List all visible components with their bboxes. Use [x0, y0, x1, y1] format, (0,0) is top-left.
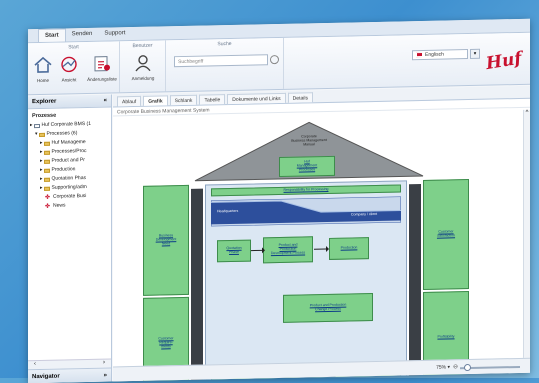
production-box[interactable]: Production: [329, 237, 369, 260]
view-button[interactable]: Ansicht: [56, 54, 82, 83]
language-select[interactable]: Englisch: [412, 49, 468, 61]
group-title-user: Benutzer: [132, 42, 153, 50]
navigator-title: Navigator: [32, 373, 60, 381]
folder-icon: [43, 141, 50, 146]
expand-icon: ▸: [40, 148, 43, 156]
tab-tabelle[interactable]: Tabelle: [199, 94, 226, 105]
flow-arrows: [251, 246, 329, 254]
tab-grafik[interactable]: Grafik: [143, 95, 168, 106]
navigator-expand-icon[interactable]: »: [104, 373, 107, 379]
expand-icon: ▾: [35, 131, 38, 138]
tree-item-label: Corporate Busi: [53, 193, 87, 200]
search-input[interactable]: Suchbegriff: [174, 54, 268, 68]
changes-button[interactable]: Änderungsliste: [86, 53, 118, 82]
zoom-out-icon[interactable]: ⊖: [453, 363, 458, 370]
folder-icon: [43, 177, 50, 182]
app-window: Start Senden Support Start Home Ansicht: [28, 18, 530, 383]
chevron-down-icon[interactable]: ▾: [470, 48, 480, 59]
tab-support[interactable]: Support: [98, 27, 131, 41]
tab-senden[interactable]: Senden: [66, 28, 99, 42]
folder-icon: [43, 168, 50, 173]
login-button[interactable]: Anmeldung: [128, 53, 158, 82]
home-button-label: Home: [36, 77, 49, 84]
folder-icon: [43, 159, 50, 164]
quotation-phase-box[interactable]: Quotation Phase: [217, 239, 251, 263]
changes-icon: [94, 56, 110, 72]
ribbon-group-start: Start Home Ansicht Änderungsliste: [28, 41, 120, 95]
tab-schlank[interactable]: Schlank: [169, 94, 198, 106]
login-button-label: Anmeldung: [131, 75, 155, 82]
changes-button-label: Änderungsliste: [87, 76, 117, 83]
customer-satisfaction-box[interactable]: Customer Satisfaction: [423, 179, 469, 290]
process-icon: ✤: [45, 194, 51, 201]
diagram-canvas: Corporate Business Management Manual Huf…: [113, 110, 530, 383]
ribbon-group-user: Benutzer Anmeldung: [120, 40, 166, 93]
scroll-left-icon[interactable]: ‹: [34, 361, 36, 369]
home-icon: [34, 56, 52, 73]
zoom-level[interactable]: 75% ▾: [436, 364, 450, 370]
expand-icon: ▸: [40, 139, 43, 147]
huf-logo: Huf: [484, 48, 523, 75]
tree-item[interactable]: ✤ News: [28, 201, 111, 212]
expand-icon: ▸: [40, 175, 43, 183]
book-icon: [33, 123, 40, 128]
view-button-label: Ansicht: [61, 77, 77, 83]
expand-icon: ▸: [40, 157, 43, 165]
ribbon: Start Home Ansicht Änderungsliste Benutz…: [28, 32, 530, 96]
home-button[interactable]: Home: [30, 55, 56, 84]
group-title-search: Suche: [217, 40, 232, 48]
tab-start[interactable]: Start: [38, 28, 66, 43]
expand-icon: ▸: [30, 122, 33, 129]
company-label: Company / client: [351, 211, 378, 217]
folder-icon: [43, 186, 50, 191]
content-panel: Ablauf Grafik Schlank Tabelle Dokumente …: [113, 85, 530, 383]
explorer-title: Explorer: [32, 98, 57, 106]
zoom-slider[interactable]: [460, 363, 520, 372]
right-pillar: [409, 184, 421, 381]
search-icon[interactable]: [270, 55, 279, 65]
roof-label: Corporate Business Management Manual: [291, 134, 327, 147]
language-label: Englisch: [425, 51, 444, 58]
content-vscrollbar[interactable]: ^: [523, 109, 530, 358]
folder-icon: [38, 132, 45, 137]
user-icon: [135, 55, 151, 72]
left-pillar: [191, 188, 203, 383]
expand-icon: ▸: [40, 184, 43, 192]
management-processes-box[interactable]: Huf Management Processes: [279, 155, 335, 177]
change-process-box[interactable]: Product and Production Change Process: [283, 293, 373, 323]
explorer-panel: Explorer « Prozesse ▸ Huf Corporate BMS (…: [28, 94, 112, 383]
explorer-collapse-icon[interactable]: «: [104, 98, 107, 104]
expand-icon: ▸: [40, 166, 43, 174]
scroll-up-icon[interactable]: ^: [526, 110, 529, 116]
folder-icon: [43, 150, 50, 155]
group-title-start: Start: [68, 44, 79, 51]
tree-item-label: News: [53, 202, 66, 209]
headquarters-label: Headquarters: [217, 208, 239, 214]
view-icon: [61, 56, 77, 73]
zoom-slider-knob[interactable]: [464, 363, 471, 372]
process-icon: ✤: [45, 203, 51, 210]
scroll-right-icon[interactable]: ›: [103, 360, 105, 368]
tab-ablauf[interactable]: Ablauf: [117, 95, 142, 107]
business-need-box[interactable]: Business Development Need: [143, 184, 189, 296]
navigator-header[interactable]: Navigator »: [28, 367, 111, 383]
tab-details[interactable]: Details: [287, 92, 313, 103]
tab-dokumente[interactable]: Dokumente und Links: [227, 92, 286, 105]
ribbon-group-search: Suche Suchbegriff: [166, 37, 284, 92]
tree-item-label: Product and Pr: [51, 157, 85, 164]
flag-icon: [416, 52, 423, 58]
